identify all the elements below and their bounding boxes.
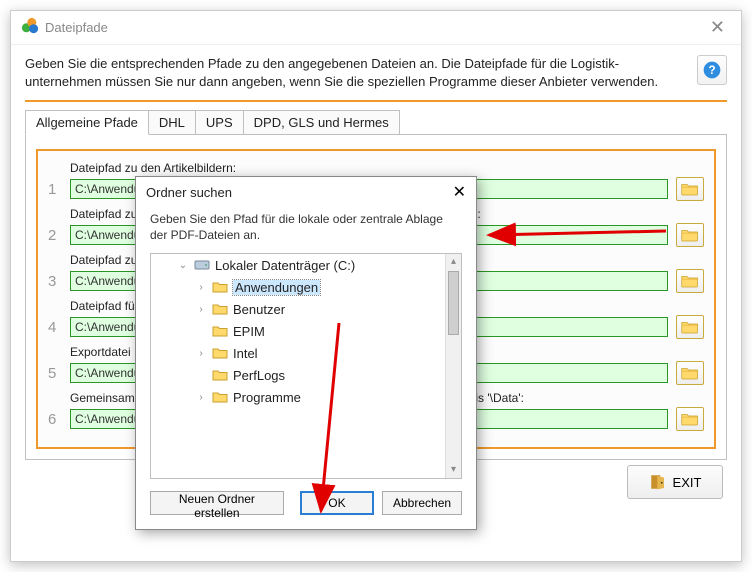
tree-item[interactable]: › Programme: [151, 386, 445, 408]
divider: [25, 100, 727, 102]
tree-item-label: Lokaler Datenträger (C:): [215, 258, 355, 273]
browse-button[interactable]: [676, 407, 704, 431]
drive-icon: [193, 256, 211, 274]
ok-button[interactable]: OK: [300, 491, 374, 515]
tab-dpd-gls-und-hermes[interactable]: DPD, GLS und Hermes: [243, 110, 400, 135]
folder-tree[interactable]: ›Desktop›Dokumente›Downloads›Musik›Video…: [150, 253, 462, 479]
tab-dhl[interactable]: DHL: [148, 110, 196, 135]
folder-icon: [211, 278, 229, 296]
row-number: 5: [48, 365, 68, 382]
chevron-icon[interactable]: ›: [193, 348, 209, 359]
folder-browse-dialog: Ordner suchen ✕ Geben Sie den Pfad für d…: [135, 176, 477, 530]
dialog-description: Geben Sie den Pfad für die lokale oder z…: [136, 207, 476, 253]
row-number: 4: [48, 319, 68, 336]
tree-item-label: EPIM: [233, 324, 265, 339]
scroll-down-icon[interactable]: ▾: [446, 462, 461, 478]
folder-icon: [211, 388, 229, 406]
svg-text:?: ?: [708, 64, 715, 77]
chevron-icon[interactable]: ›: [193, 282, 209, 293]
dialog-close-icon[interactable]: ✕: [453, 182, 466, 202]
exit-label: EXIT: [673, 475, 702, 490]
folder-icon: [211, 366, 229, 384]
browse-button[interactable]: [676, 269, 704, 293]
new-folder-button[interactable]: Neuen Ordner erstellen: [150, 491, 284, 515]
folder-icon: [211, 322, 229, 340]
chevron-icon[interactable]: ›: [193, 392, 209, 403]
app-icon: [21, 17, 39, 38]
browse-button[interactable]: [676, 315, 704, 339]
tree-item-label: Benutzer: [233, 302, 285, 317]
tab-allgemeine-pfade[interactable]: Allgemeine Pfade: [25, 110, 149, 135]
scroll-thumb[interactable]: [448, 271, 459, 335]
tree-item[interactable]: ⌄ Lokaler Datenträger (C:): [151, 254, 445, 276]
scroll-up-icon[interactable]: ▴: [446, 254, 461, 270]
close-icon[interactable]: ✕: [704, 15, 731, 40]
help-button[interactable]: ?: [697, 55, 727, 85]
tab-ups[interactable]: UPS: [195, 110, 244, 135]
tree-item[interactable]: EPIM: [151, 320, 445, 342]
browse-button[interactable]: [676, 361, 704, 385]
cancel-button[interactable]: Abbrechen: [382, 491, 462, 515]
browse-button[interactable]: [676, 223, 704, 247]
chevron-icon[interactable]: ›: [193, 304, 209, 315]
tree-item[interactable]: › Intel: [151, 342, 445, 364]
exit-button[interactable]: EXIT: [627, 465, 723, 499]
tree-item-label: Intel: [233, 346, 258, 361]
tree-item-label: Programme: [233, 390, 301, 405]
row-number: 1: [48, 181, 68, 198]
row-number: 2: [48, 227, 68, 244]
row-number: 6: [48, 411, 68, 428]
browse-button[interactable]: [676, 177, 704, 201]
tree-item-label: Anwendungen: [233, 280, 320, 295]
chevron-icon[interactable]: ⌄: [175, 260, 191, 271]
tree-item[interactable]: › Benutzer: [151, 298, 445, 320]
folder-icon: [211, 344, 229, 362]
scrollbar[interactable]: ▴ ▾: [445, 254, 461, 478]
folder-icon: [211, 300, 229, 318]
tree-item[interactable]: › Anwendungen: [151, 276, 445, 298]
tree-item-label: PerfLogs: [233, 368, 285, 383]
tree-item[interactable]: PerfLogs: [151, 364, 445, 386]
field-label: Dateipfad zu den Artikelbildern:: [70, 161, 696, 175]
window-title: Dateipfade: [45, 20, 108, 35]
row-number: 3: [48, 273, 68, 290]
intro-text: Geben Sie die entsprechenden Pfade zu de…: [25, 55, 689, 90]
dialog-title: Ordner suchen: [146, 185, 232, 200]
